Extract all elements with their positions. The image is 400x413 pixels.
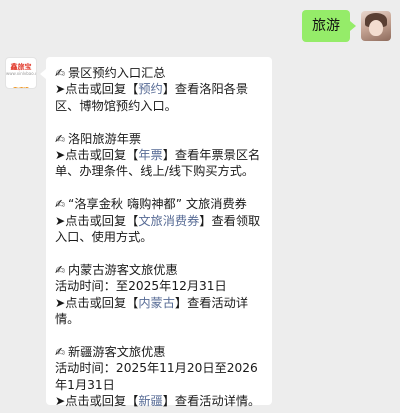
keyword-link[interactable]: 年票 bbox=[138, 148, 162, 162]
section-title: ✍ 景区预约入口汇总 bbox=[55, 66, 166, 80]
keyword-link[interactable]: 新疆 bbox=[138, 394, 162, 408]
keyword-link[interactable]: 预约 bbox=[138, 82, 162, 96]
section-title: ✍ 洛阳旅游年票 bbox=[55, 131, 142, 146]
section-body: ➤点击或回复【预约】查看洛阳各景区、博物馆预约入口。 bbox=[55, 81, 263, 114]
message-section: ✍ 新疆游客文旅优惠 活动时间：2025年11月20日至2026年1月31日 ➤点击或… bbox=[55, 344, 263, 410]
body-text: ➤点击或回复【 bbox=[55, 295, 139, 310]
keyword-link[interactable]: 内蒙古 bbox=[138, 296, 175, 310]
bot-logo-text: 鑫旅宝 bbox=[10, 63, 32, 71]
incoming-bubble: ✍ 景区预约入口汇总 ➤点击或回复【预约】查看洛阳各景区、博物馆预约入口。 ✍ 洛阳旅游… bbox=[40, 57, 272, 408]
bot-logo-subtext: www.xinlvbao.com bbox=[6, 71, 37, 76]
body-text: ➤点击或回复【 bbox=[55, 82, 139, 97]
section-title: ✍ 新疆游客文旅优惠 bbox=[55, 344, 166, 359]
user-avatar[interactable] bbox=[361, 11, 391, 41]
section-body: ➤点击或回复【内蒙古】查看活动详情。 bbox=[55, 295, 263, 328]
message-section: ✍ “洛享金秋 嗨购神都” 文旅消费券 ➤点击或回复【文旅消费券】查看领取入口、使用… bbox=[55, 196, 263, 245]
body-text: ➤点击或回复【 bbox=[55, 148, 139, 163]
body-text: ➤点击或回复【 bbox=[55, 394, 139, 409]
outgoing-message: 旅游 bbox=[302, 10, 391, 42]
section-period: 活动时间：2025年11月20日至2026年1月31日 bbox=[55, 361, 258, 392]
message-section: ✍ 景区预约入口汇总 ➤点击或回复【预约】查看洛阳各景区、博物馆预约入口。 bbox=[55, 65, 263, 114]
section-title: ✍ “洛享金秋 嗨购神都” 文旅消费券 bbox=[55, 197, 247, 212]
writing-hand-icon: ✍ bbox=[55, 66, 66, 80]
message-section: ✍ 内蒙古游客文旅优惠活动时间：至2025年12月31日 ➤点击或回复【内蒙古】查看… bbox=[55, 262, 263, 328]
bot-avatar[interactable]: 鑫旅宝 www.xinlvbao.com 查询 bbox=[5, 57, 37, 89]
message-sections: ✍ 景区预约入口汇总 ➤点击或回复【预约】查看洛阳各景区、博物馆预约入口。 ✍ 洛阳旅游… bbox=[55, 65, 263, 409]
section-body: ➤点击或回复【文旅消费券】查看领取入口、使用方式。 bbox=[55, 213, 263, 246]
writing-hand-icon: ✍ bbox=[55, 344, 66, 359]
writing-hand-icon: ✍ bbox=[55, 262, 66, 277]
writing-hand-icon: ✍ bbox=[55, 131, 66, 146]
section-period: 活动时间：至2025年12月31日 bbox=[55, 279, 227, 294]
message-section: ✍ 洛阳旅游年票 ➤点击或回复【年票】查看年票景区名单、办理条件、线上/线下购买方式… bbox=[55, 131, 263, 180]
keyword-link[interactable]: 文旅消费券 bbox=[138, 214, 199, 228]
bot-logo-tag: 查询 bbox=[12, 87, 29, 88]
section-title: ✍ 内蒙古游客文旅优惠 bbox=[55, 262, 178, 277]
writing-hand-icon: ✍ bbox=[55, 197, 66, 212]
section-body: ➤点击或回复【新疆】查看活动详情。 bbox=[55, 393, 263, 409]
body-text: ➤点击或回复【 bbox=[55, 213, 139, 228]
body-text: 】查看活动详情。 bbox=[162, 394, 261, 409]
section-body: ➤点击或回复【年票】查看年票景区名单、办理条件、线上/线下购买方式。 bbox=[55, 147, 263, 180]
outgoing-bubble: 旅游 bbox=[302, 10, 356, 42]
